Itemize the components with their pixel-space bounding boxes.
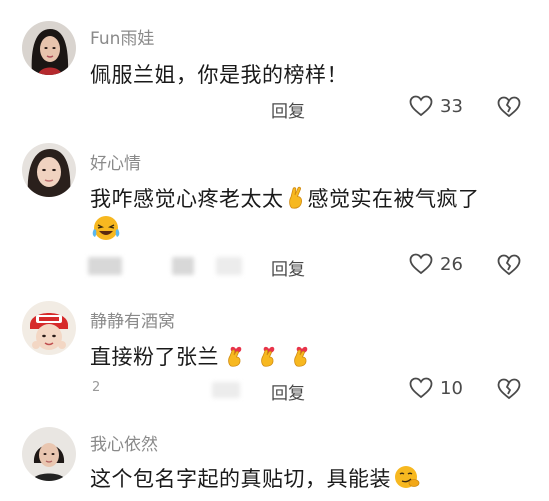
comment-item: 静静有酒窝 直接粉了张兰 2 回复 10 (0, 290, 549, 420)
like-button[interactable]: 10 (409, 377, 463, 399)
dislike-button[interactable] (497, 254, 521, 280)
username[interactable]: 静静有酒窝 (90, 307, 175, 332)
comment-text: 佩服兰姐，你是我的榜样！ (90, 63, 348, 87)
user-avatar[interactable] (22, 301, 76, 355)
comment-item: Fun雨娃 佩服兰姐，你是我的榜样！ 回复 33 (0, 0, 549, 140)
smirk-face-emoji (392, 464, 420, 495)
user-avatar[interactable] (22, 143, 76, 197)
dislike-button[interactable] (497, 378, 521, 404)
obscured-timestamp (88, 257, 122, 275)
reply-button[interactable]: 回复 (271, 255, 305, 280)
comment-item: 好心情 我咋感觉心疼老太太 感觉实在被气疯了 回复 26 (0, 140, 549, 290)
dislike-button[interactable] (497, 96, 521, 122)
like-count: 33 (440, 95, 463, 117)
broken-heart-icon (497, 378, 521, 400)
heart-fingers-emoji (289, 342, 313, 373)
heart-outline-icon (409, 253, 433, 275)
like-button[interactable]: 33 (409, 95, 463, 117)
laughing-tears-emoji (91, 213, 121, 247)
obscured-location (216, 257, 242, 275)
comment-text: 这个包名字起的真贴切，具能装 (90, 463, 421, 495)
obscured-location (212, 382, 240, 398)
like-button[interactable]: 26 (409, 253, 463, 275)
user-avatar[interactable] (22, 427, 76, 481)
broken-heart-icon (497, 254, 521, 276)
reply-button[interactable]: 回复 (271, 379, 305, 404)
broken-heart-icon (497, 96, 521, 118)
heart-outline-icon (409, 95, 433, 117)
comment-text-part: 这个包名字起的真贴切，具能装 (90, 467, 391, 491)
comment-text: 直接粉了张兰 (90, 341, 314, 373)
like-count: 26 (440, 253, 463, 275)
timestamp-fragment: 2 (92, 380, 101, 395)
crossed-fingers-emoji (285, 186, 307, 215)
comment-text-part: 感觉实在被气疯了 (307, 187, 480, 211)
comment-text: 我咋感觉心疼老太太 感觉实在被气疯了 (90, 183, 480, 215)
obscured-location (172, 257, 194, 275)
comment-text-part: 直接粉了张兰 (90, 345, 219, 369)
heart-fingers-emoji (223, 342, 247, 373)
like-count: 10 (440, 377, 463, 399)
username[interactable]: 我心依然 (90, 430, 158, 455)
comment-list: Fun雨娃 佩服兰姐，你是我的榜样！ 回复 33 好心情 我咋感觉心疼老太太 感… (0, 0, 549, 501)
comment-text-part: 我咋感觉心疼老太太 (90, 187, 284, 211)
reply-button[interactable]: 回复 (271, 97, 305, 122)
heart-outline-icon (409, 377, 433, 399)
comment-item: 我心依然 这个包名字起的真贴切，具能装 (0, 420, 549, 501)
user-avatar[interactable] (22, 21, 76, 75)
username[interactable]: 好心情 (90, 149, 141, 174)
heart-fingers-emoji (256, 342, 280, 373)
username[interactable]: Fun雨娃 (90, 24, 154, 49)
